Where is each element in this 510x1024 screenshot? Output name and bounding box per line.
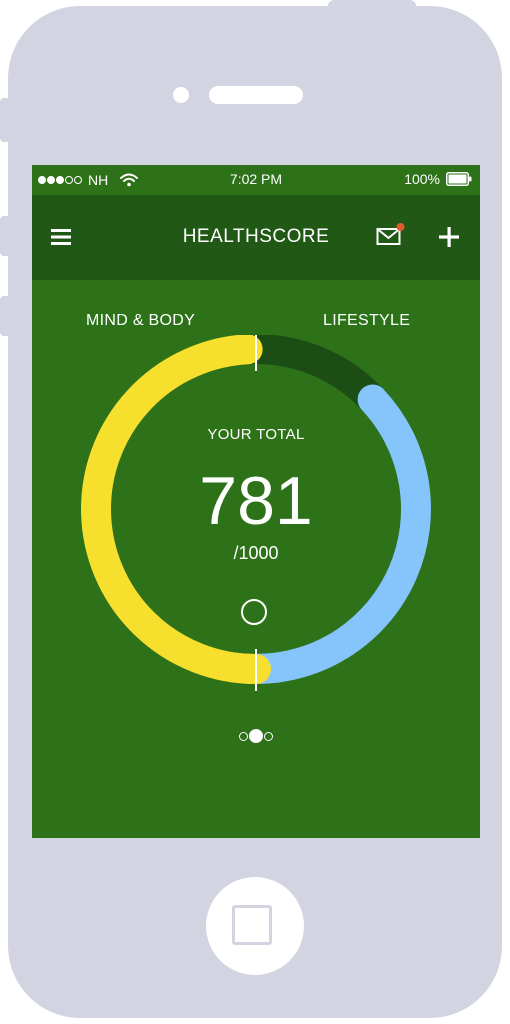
nav-bar: HEALTHSCORE [32, 195, 480, 280]
battery-status: 100% [404, 171, 472, 187]
total-score-max: /1000 [233, 543, 279, 563]
status-bar: NH 7:02 PM 100% [32, 165, 480, 195]
page-dot[interactable] [239, 731, 248, 741]
battery-icon [446, 172, 472, 186]
battery-percent: 100% [404, 171, 440, 187]
mail-icon[interactable] [376, 222, 406, 248]
total-label: YOUR TOTAL [207, 426, 305, 443]
plus-icon[interactable] [438, 226, 460, 248]
page-indicator[interactable] [32, 729, 480, 743]
home-button-icon [232, 905, 272, 945]
earpiece-speaker [209, 86, 303, 104]
page-title: HEALTHSCORE [182, 226, 330, 247]
tab-mind-body[interactable]: MIND & BODY [86, 312, 195, 330]
app-screen: NH 7:02 PM 100% HEALTHSCORE MIND & BODY … [32, 165, 480, 838]
info-circle-icon[interactable] [241, 599, 267, 625]
front-camera [173, 87, 189, 103]
page-dot[interactable] [249, 729, 263, 743]
total-score-value: 781 [199, 463, 313, 539]
notification-dot [396, 223, 405, 231]
page-dot[interactable] [264, 731, 273, 741]
tab-lifestyle[interactable]: LIFESTYLE [323, 312, 410, 330]
mind-body-arc-base [231, 652, 257, 684]
stage: NH 7:02 PM 100% HEALTHSCORE MIND & BODY … [0, 0, 510, 1024]
